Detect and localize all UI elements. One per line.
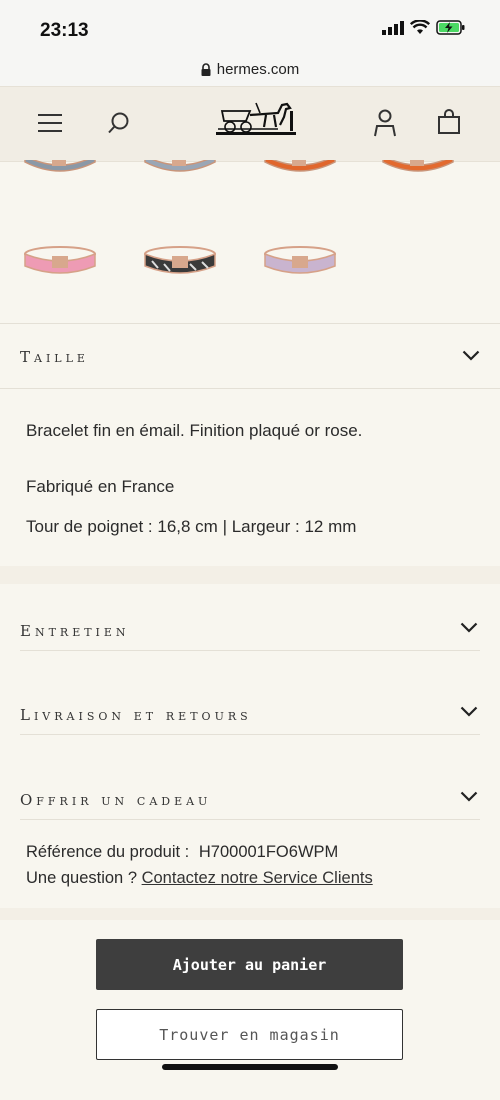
battery-charging-icon <box>436 20 465 35</box>
bracelet-thumbnail[interactable] <box>22 160 98 180</box>
question-text: Une question ? <box>26 869 137 887</box>
bracelet-thumbnail[interactable] <box>142 244 218 280</box>
accordion-livraison-label: Livraison et retours <box>20 706 252 724</box>
account-icon[interactable] <box>373 109 397 137</box>
product-reference: Référence du produit : H700001FO6WPM <box>26 843 338 862</box>
contact-service-link[interactable]: Contactez notre Service Clients <box>142 869 373 887</box>
status-bar: 23:13 <box>0 0 500 52</box>
menu-icon[interactable] <box>38 113 62 133</box>
reference-value: H700001FO6WPM <box>198 843 339 861</box>
bracelet-thumbnail[interactable] <box>262 244 338 280</box>
add-to-cart-button[interactable]: Ajouter au panier <box>96 939 403 990</box>
accordion-taille-label: Taille <box>20 348 89 366</box>
section-divider <box>0 908 500 920</box>
accordion-entretien[interactable]: Entretien <box>20 606 480 651</box>
customer-service-line: Une question ? Contactez notre Service C… <box>26 869 373 888</box>
description-line: Tour de poignet : 16,8 cm | Largeur : 12… <box>26 517 357 536</box>
bracelet-thumbnail[interactable] <box>22 244 98 280</box>
description-line: Bracelet fin en émail. Finition plaqué o… <box>26 421 363 440</box>
status-time: 23:13 <box>40 20 89 41</box>
chevron-down-icon <box>462 350 480 361</box>
hermes-logo-icon[interactable] <box>216 99 296 137</box>
section-divider <box>0 566 500 584</box>
description-line: Fabriqué en France <box>26 477 175 496</box>
site-header <box>0 86 500 162</box>
wifi-icon <box>410 20 430 34</box>
accordion-taille[interactable]: Taille <box>0 323 500 389</box>
accordion-cadeau-label: Offrir un cadeau <box>20 791 212 809</box>
lock-icon <box>201 62 211 76</box>
signal-icon <box>382 20 404 35</box>
bracelet-thumbnail[interactable] <box>142 160 218 180</box>
shopping-bag-icon[interactable] <box>437 109 461 135</box>
chevron-down-icon <box>460 622 478 633</box>
url-text: hermes.com <box>216 60 300 78</box>
search-icon[interactable] <box>107 111 131 135</box>
status-icons <box>382 20 466 35</box>
bracelet-thumbnail[interactable] <box>262 160 338 180</box>
bracelet-thumbnail[interactable] <box>380 160 456 180</box>
accordion-livraison[interactable]: Livraison et retours <box>20 690 480 735</box>
reference-label: Référence du produit : <box>26 843 190 861</box>
home-indicator <box>162 1064 338 1070</box>
chevron-down-icon <box>460 791 478 802</box>
chevron-down-icon <box>460 706 478 717</box>
find-in-store-button[interactable]: Trouver en magasin <box>96 1009 403 1060</box>
accordion-cadeau[interactable]: Offrir un cadeau <box>20 775 480 820</box>
address-bar[interactable]: hermes.com <box>0 52 500 86</box>
accordion-entretien-label: Entretien <box>20 622 130 640</box>
